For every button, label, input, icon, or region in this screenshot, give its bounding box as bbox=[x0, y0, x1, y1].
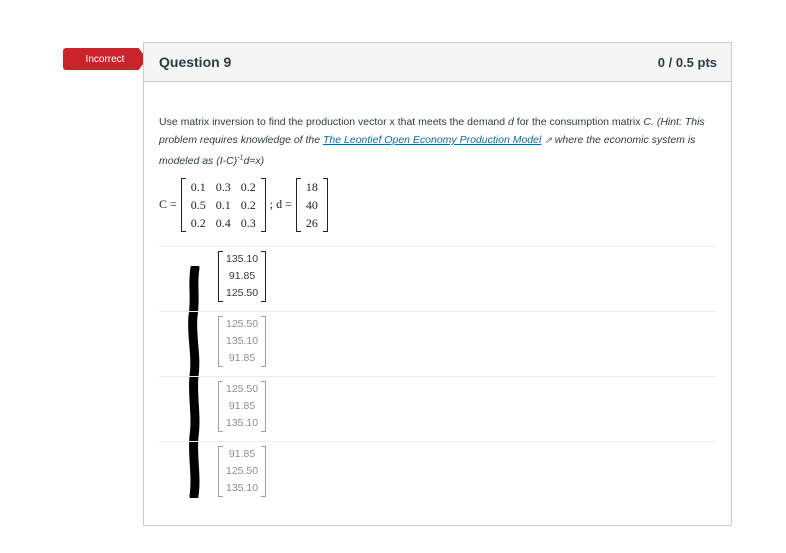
c-cell: 0.5 bbox=[190, 197, 206, 212]
question-points: 0 / 0.5 pts bbox=[657, 54, 717, 70]
c-cell: 0.1 bbox=[190, 179, 206, 194]
answer-value: 135.10 bbox=[226, 416, 259, 429]
answer-vector: 91.85 125.50 135.10 bbox=[218, 445, 267, 497]
external-link-icon: ⇗ bbox=[544, 135, 552, 145]
d-label: ; d = bbox=[269, 197, 292, 211]
answer-option[interactable]: 135.10 91.85 125.50 bbox=[159, 245, 716, 311]
answer-vector: 125.50 91.85 135.10 bbox=[218, 380, 267, 432]
leontief-link[interactable]: The Leontief Open Economy Production Mod… bbox=[323, 134, 541, 146]
status-badge: Incorrect bbox=[63, 48, 147, 70]
hint-text-3: d=x) bbox=[243, 154, 265, 167]
answer-value: 91.85 bbox=[228, 399, 256, 412]
answer-value: 125.50 bbox=[226, 317, 259, 330]
answer-vector: 135.10 91.85 125.50 bbox=[218, 250, 267, 302]
c-cell: 0.2 bbox=[240, 179, 256, 194]
c-cell: 0.2 bbox=[240, 197, 256, 212]
answer-value: 125.50 bbox=[226, 286, 259, 299]
answer-value: 125.50 bbox=[226, 382, 259, 395]
c-cell: 0.1 bbox=[215, 197, 231, 212]
answer-option[interactable]: 125.50 91.85 135.10 bbox=[159, 375, 716, 441]
prompt-c-var: C. bbox=[643, 116, 654, 128]
answer-value: 91.85 bbox=[228, 447, 256, 460]
answer-vector: 125.50 135.10 91.85 bbox=[218, 315, 267, 367]
c-cell: 0.3 bbox=[240, 215, 256, 230]
d-matrix: 18 40 26 bbox=[295, 177, 328, 232]
question-card: Question 9 0 / 0.5 pts Use matrix invers… bbox=[143, 42, 732, 526]
equation: C = 0.1 0.3 0.2 0.5 0.1 0.2 0.2 0.4 0.3 ; d = 18… bbox=[159, 177, 716, 232]
answer-option[interactable]: 125.50 135.10 91.85 bbox=[159, 310, 716, 376]
c-cell: 0.4 bbox=[215, 215, 231, 230]
answer-options: 135.10 91.85 125.50 125.50 135.10 91.85 125.50… bbox=[159, 245, 716, 506]
prompt-text: Use matrix inversion to find the product… bbox=[159, 116, 509, 128]
answer-value: 135.10 bbox=[226, 334, 259, 347]
answer-value: 135.10 bbox=[226, 481, 259, 494]
question-header: Question 9 0 / 0.5 pts bbox=[144, 43, 731, 82]
answer-value: 135.10 bbox=[226, 252, 259, 265]
answer-option[interactable]: 91.85 125.50 135.10 bbox=[159, 440, 716, 506]
d-cell: 26 bbox=[305, 215, 318, 230]
question-title: Question 9 bbox=[159, 54, 232, 70]
question-prompt: Use matrix inversion to find the product… bbox=[159, 113, 716, 170]
d-cell: 40 bbox=[305, 197, 318, 212]
c-matrix: 0.1 0.3 0.2 0.5 0.1 0.2 0.2 0.4 0.3 bbox=[180, 177, 266, 232]
c-label: C = bbox=[159, 197, 177, 211]
answer-value: 91.85 bbox=[228, 351, 256, 364]
prompt-text-2: for the consumption matrix bbox=[513, 116, 644, 128]
c-cell: 0.2 bbox=[190, 215, 206, 230]
answer-value: 125.50 bbox=[226, 464, 259, 477]
d-cell: 18 bbox=[305, 179, 318, 194]
c-cell: 0.3 bbox=[215, 179, 231, 194]
answer-value: 91.85 bbox=[228, 269, 256, 282]
